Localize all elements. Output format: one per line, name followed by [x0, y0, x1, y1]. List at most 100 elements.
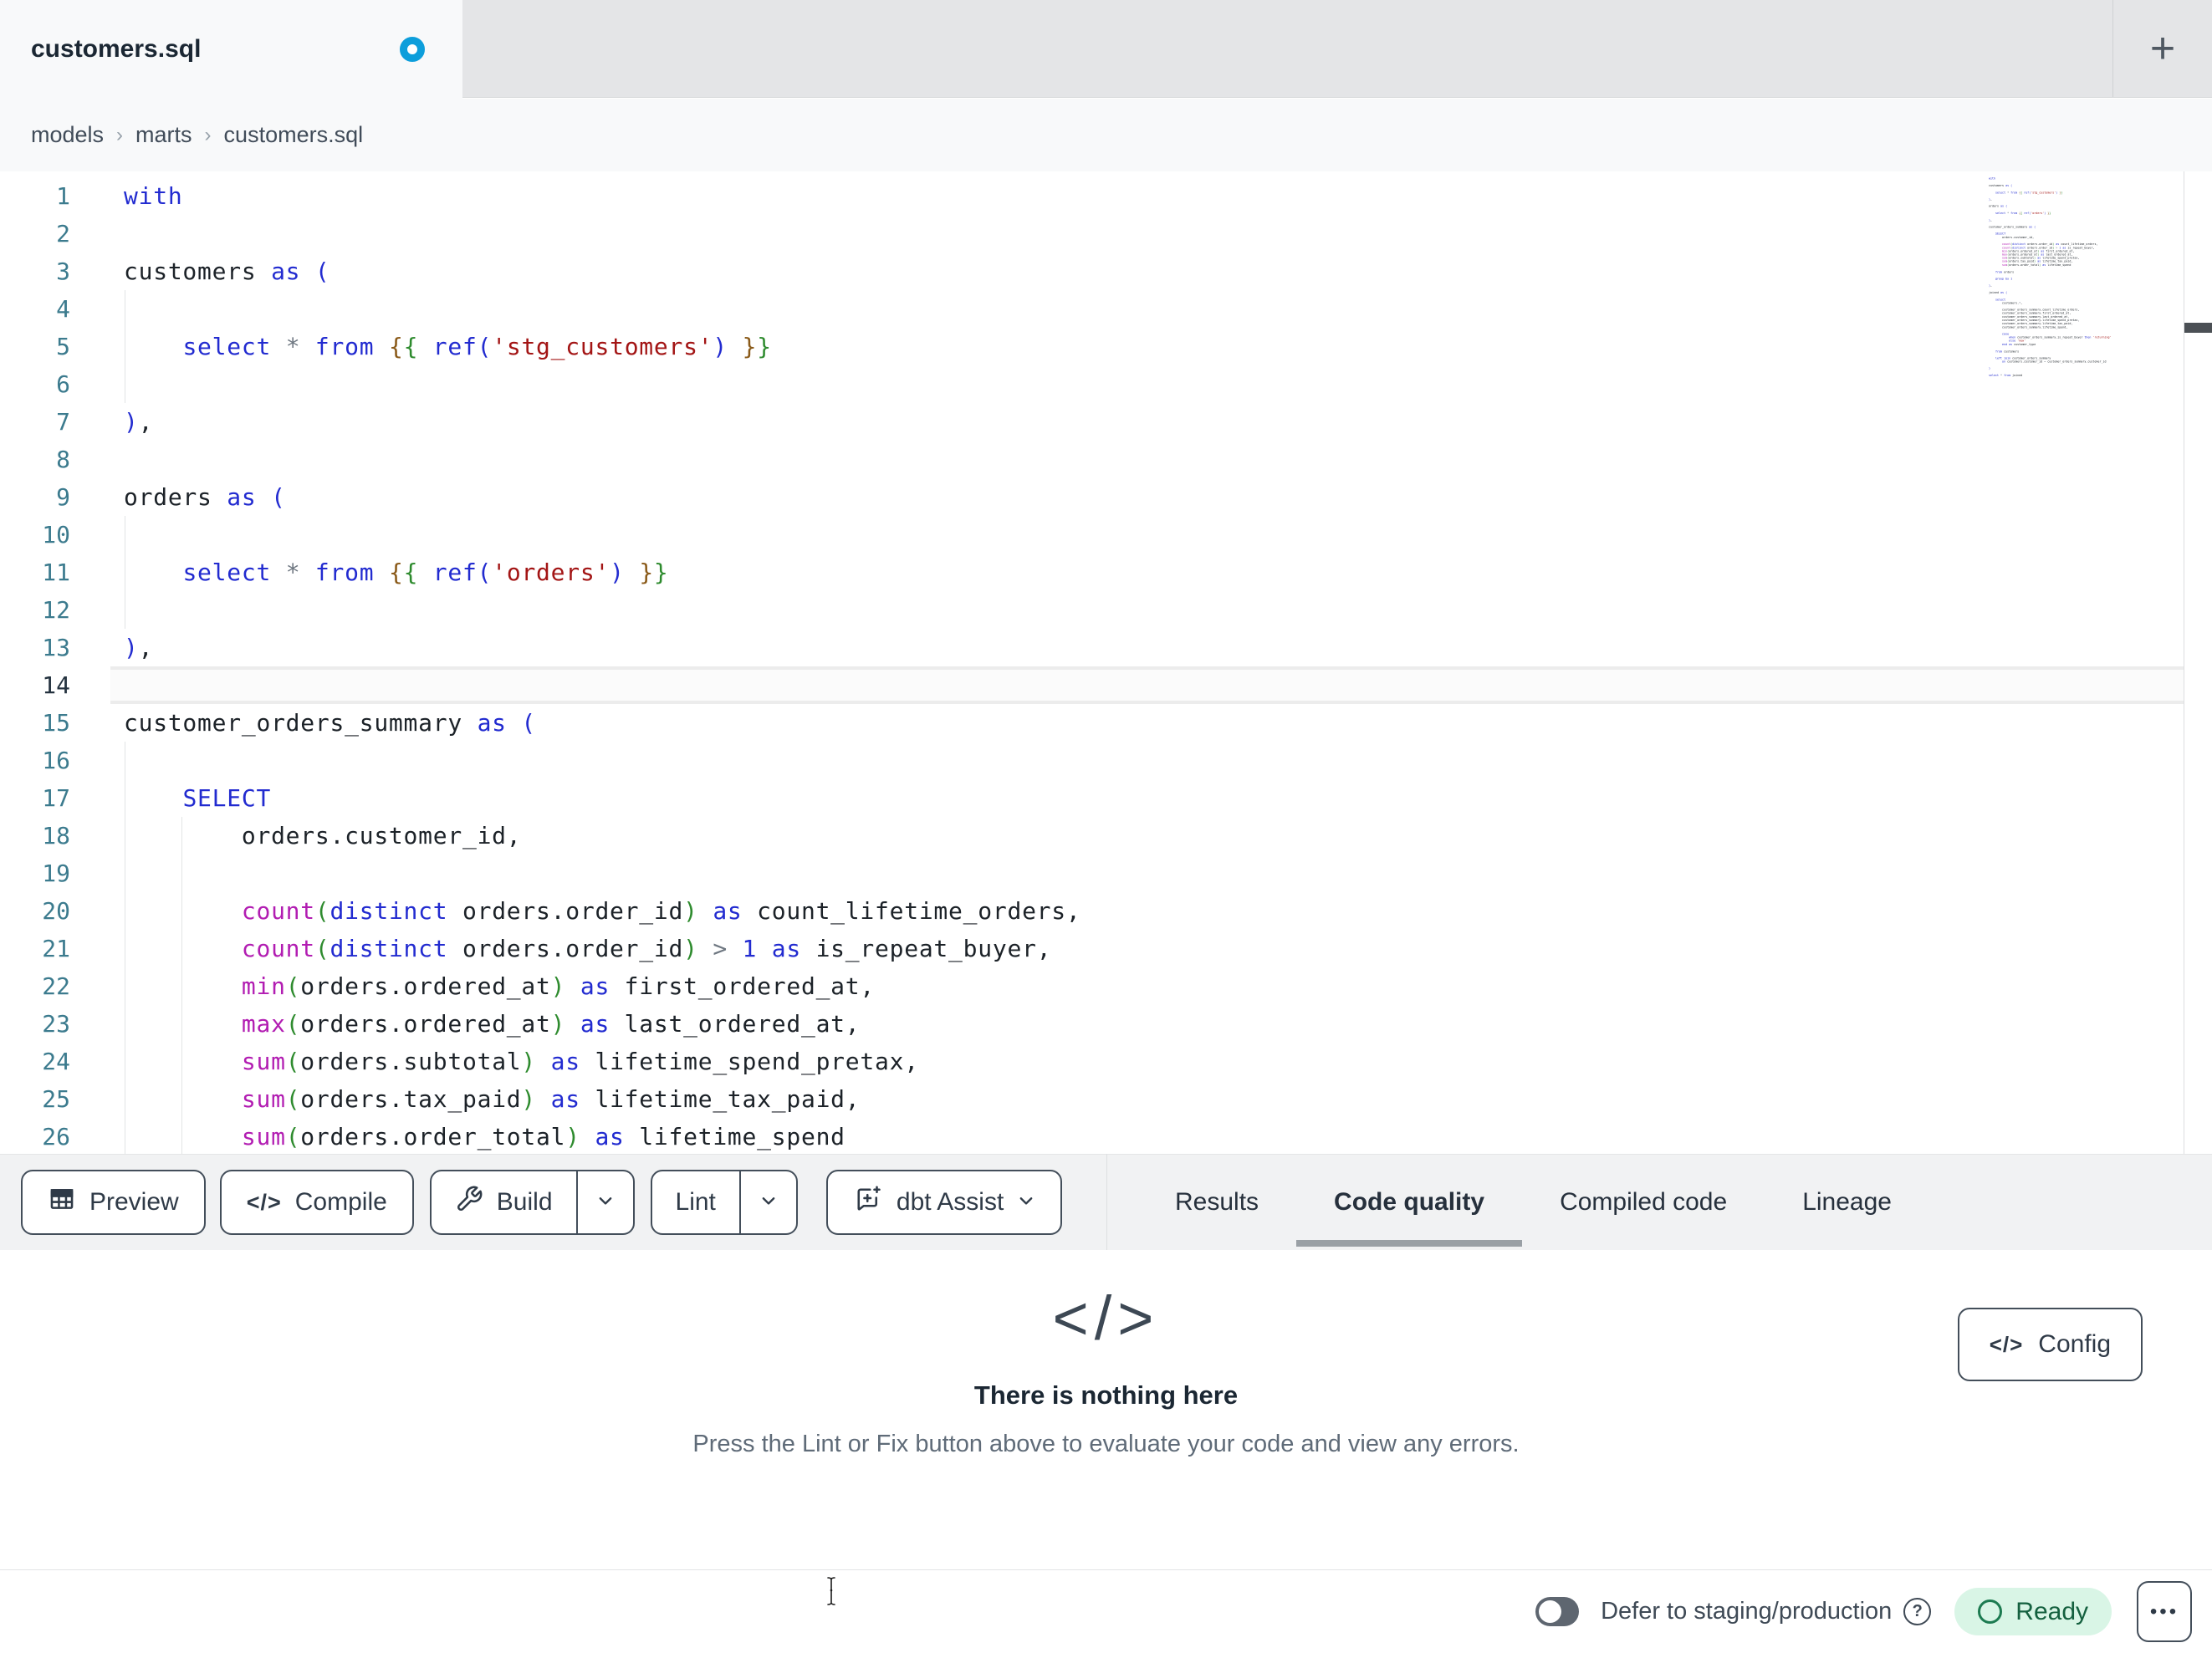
compile-button-label: Compile — [294, 1188, 387, 1216]
line-number: 5 — [56, 333, 70, 360]
tab-results[interactable]: Results — [1137, 1154, 1296, 1250]
code-line[interactable]: 3 customers as ( — [0, 253, 2212, 290]
tab-code-quality-label: Code quality — [1334, 1187, 1485, 1216]
breadcrumb-item-models[interactable]: models — [31, 122, 104, 148]
line-content: with — [124, 182, 183, 210]
code-line[interactable]: 20 count(distinct orders.order_id) as co… — [0, 892, 2212, 930]
code-line[interactable]: 5 select * from {{ ref('stg_customers') … — [0, 328, 2212, 365]
dbt-ide-window: customers.sql + models › marts › custome… — [0, 0, 2212, 1653]
line-number: 22 — [42, 972, 70, 1000]
chevron-down-icon — [759, 1188, 778, 1217]
code-line[interactable]: 19 — [0, 855, 2212, 892]
code-line[interactable]: 25 sum(orders.tax_paid) as lifetime_tax_… — [0, 1080, 2212, 1118]
code-line[interactable]: 17 SELECT — [0, 779, 2212, 817]
lint-dropdown-button[interactable] — [738, 1171, 796, 1233]
defer-toggle[interactable] — [1535, 1597, 1580, 1626]
code-line[interactable]: 4 — [0, 290, 2212, 328]
build-dropdown-button[interactable] — [575, 1171, 633, 1233]
code-editor[interactable]: 1 with 2 3 customers as (4 5 select * from {{… — [0, 171, 2212, 1154]
tab-code-quality[interactable]: Code quality — [1296, 1154, 1523, 1250]
wrench-icon — [455, 1185, 483, 1220]
code-line[interactable]: 1 with — [0, 177, 2212, 215]
code-line[interactable]: 12 — [0, 591, 2212, 629]
scrollbar-thumb[interactable] — [2184, 323, 2212, 333]
tab-compiled-code[interactable]: Compiled code — [1522, 1154, 1765, 1250]
line-content: ), — [124, 408, 154, 436]
lint-button[interactable]: Lint — [652, 1171, 739, 1233]
minimap[interactable]: with customers as ( select * from {{ ref… — [1989, 177, 2183, 383]
ready-status-badge: Ready — [1954, 1588, 2112, 1635]
file-tab-title: customers.sql — [31, 35, 202, 63]
line-content: SELECT — [182, 784, 272, 812]
code-line[interactable]: 11 select * from {{ ref('orders') }} — [0, 554, 2212, 591]
line-number: 21 — [42, 935, 70, 962]
build-split-button: Build — [429, 1170, 635, 1235]
line-content: select * from {{ ref('stg_customers') }} — [182, 333, 772, 360]
new-tab-button[interactable]: + — [2134, 20, 2191, 77]
code-line[interactable]: 6 — [0, 365, 2212, 403]
defer-label: Defer to staging/production — [1601, 1598, 1893, 1625]
breadcrumb-item-marts[interactable]: marts — [135, 122, 192, 148]
code-line[interactable]: 16 — [0, 742, 2212, 779]
line-content: select * from {{ ref('orders') }} — [182, 559, 669, 586]
table-icon — [48, 1185, 76, 1220]
lint-split-button: Lint — [650, 1170, 798, 1235]
compile-button[interactable]: </> Compile — [219, 1170, 414, 1235]
preview-button[interactable]: Preview — [21, 1170, 206, 1235]
code-line[interactable]: 10 — [0, 516, 2212, 554]
status-circle-icon — [1978, 1599, 2003, 1624]
line-number: 9 — [56, 483, 70, 511]
code-quality-panel: </> There is nothing here Press the Lint… — [0, 1251, 2212, 1569]
chevron-right-icon: › — [204, 123, 212, 146]
code-line[interactable]: 9 orders as ( — [0, 478, 2212, 516]
help-icon[interactable]: ? — [1903, 1598, 1932, 1625]
config-button-label: Config — [2038, 1330, 2111, 1358]
line-number: 6 — [56, 370, 70, 398]
line-number: 11 — [42, 559, 70, 586]
line-number: 18 — [42, 822, 70, 849]
code-line[interactable]: 2 — [0, 215, 2212, 253]
dbt-assist-button[interactable]: dbt Assist — [825, 1170, 1063, 1235]
dbt-assist-button-label: dbt Assist — [896, 1188, 1004, 1216]
tab-lineage[interactable]: Lineage — [1765, 1154, 1929, 1250]
lint-button-label: Lint — [675, 1188, 716, 1216]
code-line[interactable]: 14 — [0, 666, 2212, 704]
code-line[interactable]: 15 customer_orders_summary as ( — [0, 704, 2212, 742]
line-content: orders as ( — [124, 483, 286, 511]
build-button[interactable]: Build — [432, 1171, 576, 1233]
tabbar-divider — [2112, 0, 2113, 97]
line-number: 3 — [56, 258, 70, 285]
text-cursor-pointer — [824, 1575, 839, 1611]
line-content: customer_orders_summary as ( — [124, 709, 537, 737]
code-line[interactable]: 22 min(orders.ordered_at) as first_order… — [0, 967, 2212, 1005]
code-line[interactable]: 24 sum(orders.subtotal) as lifetime_spen… — [0, 1043, 2212, 1080]
file-tab[interactable]: customers.sql — [0, 0, 462, 99]
ready-status-label: Ready — [2015, 1597, 2088, 1625]
line-number: 10 — [42, 521, 70, 548]
breadcrumb: models › marts › customers.sql — [31, 99, 363, 171]
config-button[interactable]: </> Config — [1957, 1308, 2143, 1381]
code-line[interactable]: 18 orders.customer_id, — [0, 817, 2212, 855]
line-number: 8 — [56, 446, 70, 473]
more-options-button[interactable]: ••• — [2137, 1581, 2192, 1642]
line-content: sum(orders.tax_paid) as lifetime_tax_pai… — [241, 1085, 861, 1113]
line-number: 25 — [42, 1085, 70, 1113]
code-line[interactable]: 8 — [0, 441, 2212, 478]
breadcrumb-row: models › marts › customers.sql — [0, 99, 2212, 268]
chevron-down-icon — [596, 1188, 615, 1217]
line-number: 13 — [42, 634, 70, 661]
code-line[interactable]: 23 max(orders.ordered_at) as last_ordere… — [0, 1005, 2212, 1043]
line-content: sum(orders.order_total) as lifetime_spen… — [241, 1123, 845, 1150]
line-number: 7 — [56, 408, 70, 436]
breadcrumb-item-file[interactable]: customers.sql — [224, 122, 364, 148]
code-line[interactable]: 26 sum(orders.order_total) as lifetime_s… — [0, 1118, 2212, 1154]
status-cluster: Defer to staging/production ? Ready ••• — [1535, 1570, 2192, 1653]
toolbar-separator — [1106, 1154, 1107, 1250]
code-line[interactable]: 7), — [0, 403, 2212, 441]
code-line[interactable]: 13), — [0, 629, 2212, 666]
line-number: 23 — [42, 1010, 70, 1038]
empty-state: </> There is nothing here Press the Lint… — [0, 1283, 2212, 1458]
code-line[interactable]: 21 count(distinct orders.order_id) > 1 a… — [0, 930, 2212, 967]
line-number: 16 — [42, 747, 70, 774]
preview-button-label: Preview — [89, 1188, 179, 1216]
